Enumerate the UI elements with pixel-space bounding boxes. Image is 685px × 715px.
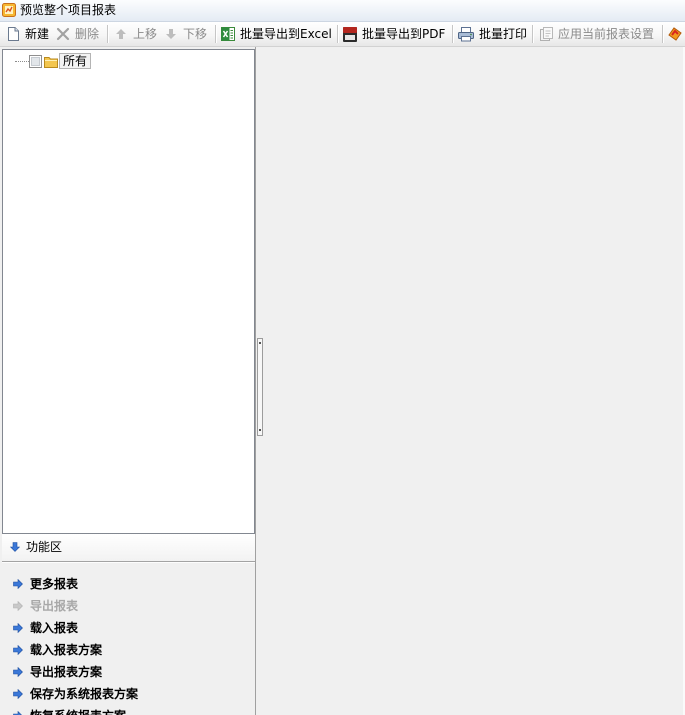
arrow-right-icon [13, 667, 23, 677]
more-reports-link[interactable]: 更多报表 [2, 577, 255, 591]
printer-icon [457, 26, 475, 42]
toolbar-separator [662, 25, 664, 43]
function-area-title: 功能区 [26, 540, 63, 554]
title-bar[interactable]: 预览整个项目报表 [0, 0, 685, 22]
move-down-button[interactable]: 下移 [163, 24, 207, 44]
folder-icon [44, 57, 58, 68]
toolbar-separator [107, 25, 109, 43]
move-up-button-label: 上移 [133, 27, 158, 41]
toolbar-more-icon[interactable] [667, 26, 683, 42]
batch-print-button-label: 批量打印 [479, 27, 528, 41]
export-excel-button-label: 批量导出到Excel [240, 27, 332, 41]
arrow-right-icon [13, 711, 22, 715]
apply-settings-icon [538, 26, 554, 42]
arrow-right-icon [13, 645, 23, 655]
arrow-right-icon [13, 689, 23, 699]
export-pdf-button-label: 批量导出到PDF [362, 27, 446, 41]
load-report-label: 载入报表 [30, 621, 79, 635]
pdf-icon [342, 26, 358, 42]
toolbar-separator [532, 25, 534, 43]
delete-button[interactable]: 删除 [55, 24, 99, 44]
tree-node-all[interactable]: 所有 [59, 53, 92, 69]
delete-icon [55, 26, 71, 42]
apply-settings-button[interactable]: 应用当前报表设置 [538, 24, 654, 44]
new-document-icon [5, 26, 21, 42]
delete-button-label: 删除 [75, 27, 100, 41]
grip-dot [259, 342, 261, 344]
load-report-scheme-label: 载入报表方案 [30, 643, 103, 657]
arrow-right-icon [13, 623, 23, 633]
tree-connector-line [15, 61, 29, 62]
new-button-label: 新建 [25, 27, 50, 41]
splitter-grip[interactable] [257, 338, 263, 436]
function-area-list: 更多报表 导出报表 载入报表 载入报表方案 导出报表方案 保存为系统报表方案 恢… [2, 562, 255, 715]
report-app-icon [2, 3, 16, 17]
grip-dot [259, 429, 261, 431]
move-up-icon [113, 26, 129, 42]
load-report-scheme-link[interactable]: 载入报表方案 [2, 643, 255, 657]
toolbar-separator [452, 25, 454, 43]
report-tree[interactable]: 所有 [2, 49, 255, 534]
export-report-label: 导出报表 [30, 599, 79, 613]
more-reports-label: 更多报表 [30, 577, 79, 591]
function-area-header[interactable]: 功能区 [2, 534, 255, 562]
load-report-link[interactable]: 载入报表 [2, 621, 255, 635]
restore-system-scheme-link[interactable]: 恢复系统报表方案 [2, 709, 255, 715]
export-pdf-button[interactable]: 批量导出到PDF [342, 24, 445, 44]
tree-node-checkbox[interactable] [29, 55, 42, 68]
arrow-right-icon [13, 601, 23, 611]
toolbar-separator [337, 25, 339, 43]
save-system-scheme-label: 保存为系统报表方案 [30, 687, 139, 701]
export-report-scheme-label: 导出报表方案 [30, 665, 103, 679]
toolbar-separator [215, 25, 217, 43]
move-down-icon [163, 26, 179, 42]
move-down-button-label: 下移 [183, 27, 208, 41]
report-preview-area [259, 47, 685, 715]
restore-system-scheme-label: 恢复系统报表方案 [30, 709, 126, 715]
window-title: 预览整个项目报表 [20, 3, 117, 17]
export-report-link[interactable]: 导出报表 [2, 599, 255, 613]
apply-settings-button-label: 应用当前报表设置 [558, 27, 655, 41]
new-button[interactable]: 新建 [5, 24, 49, 44]
excel-icon [220, 26, 236, 42]
export-report-scheme-link[interactable]: 导出报表方案 [2, 665, 255, 679]
arrow-down-icon [10, 542, 20, 552]
toolbar: 新建 删除 上移 下移 批量导出到Excel 批量导出到PDF 批量打印 应用当… [0, 22, 685, 47]
save-system-scheme-link[interactable]: 保存为系统报表方案 [2, 687, 255, 701]
export-excel-button[interactable]: 批量导出到Excel [220, 24, 332, 44]
batch-print-button[interactable]: 批量打印 [457, 24, 527, 44]
arrow-right-icon [13, 579, 23, 589]
move-up-button[interactable]: 上移 [113, 24, 157, 44]
